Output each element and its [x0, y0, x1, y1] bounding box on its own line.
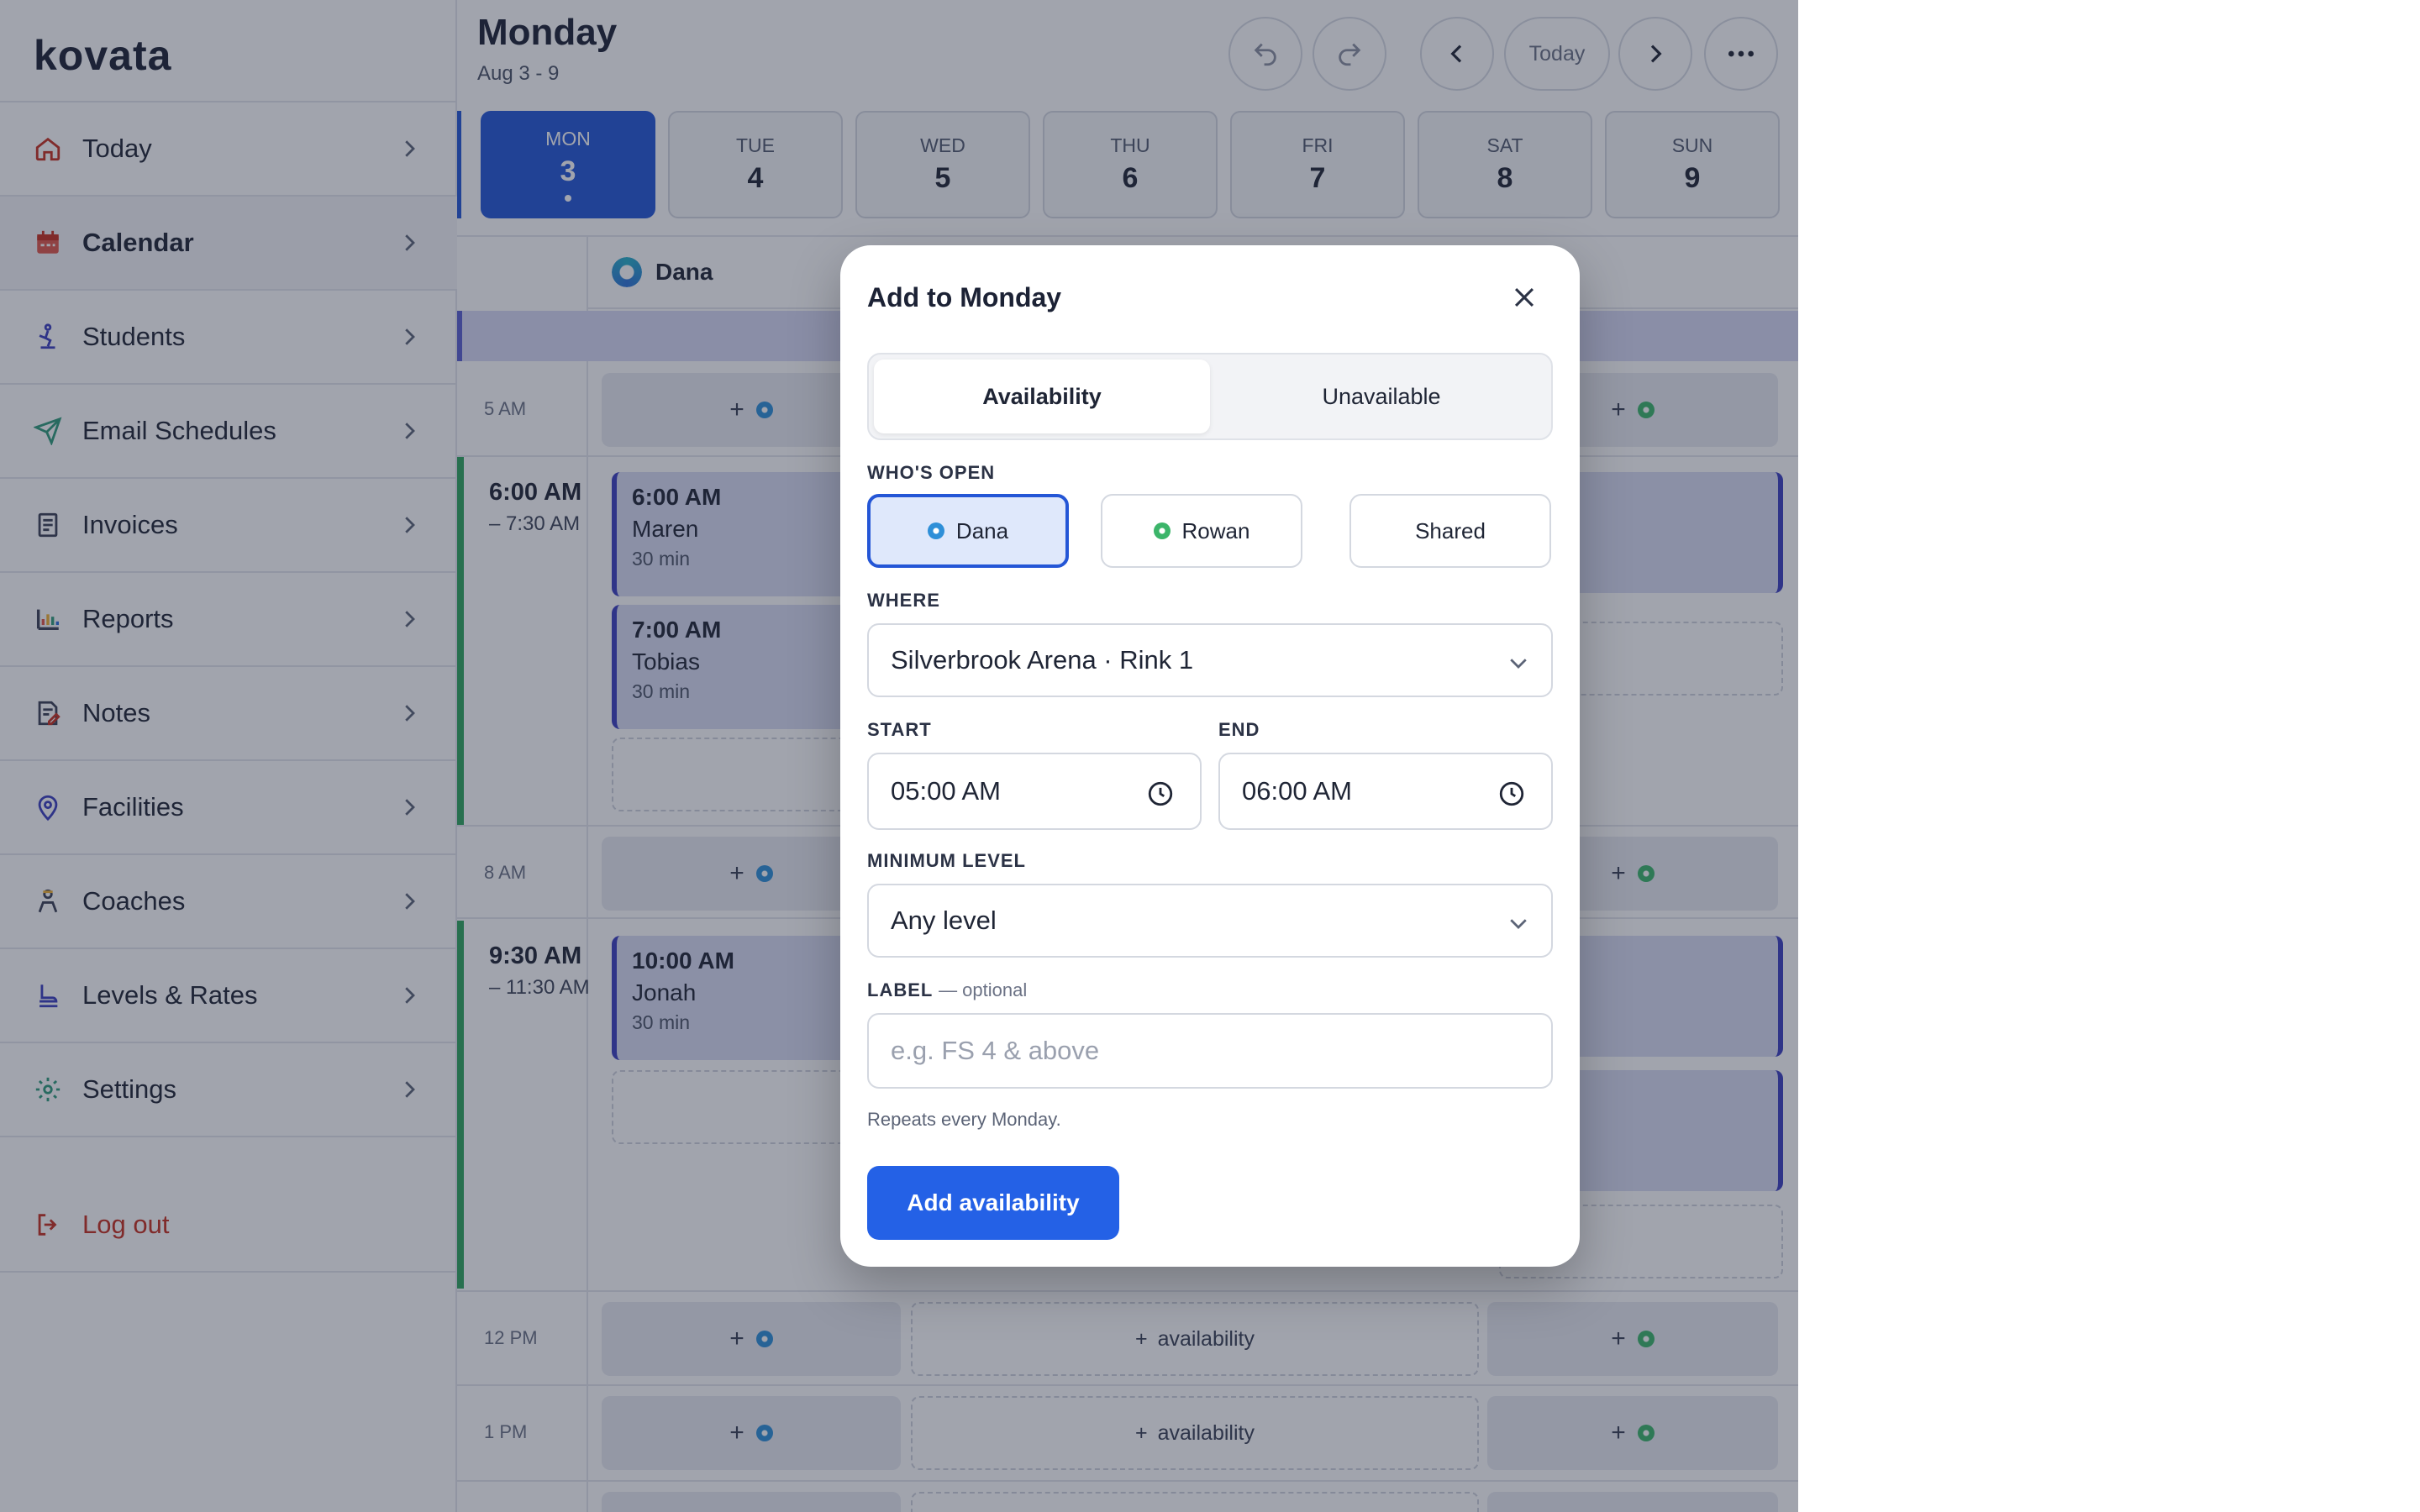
label-input[interactable]: e.g. FS 4 & above [867, 1013, 1553, 1089]
where-value: Silverbrook Arena · Rink 1 [891, 645, 1194, 675]
add-availability-button[interactable]: Add availability [867, 1166, 1119, 1240]
minimum-level-value: Any level [891, 906, 997, 935]
who-option-label: Shared [1415, 517, 1486, 543]
who-shared-option[interactable]: Shared [1349, 494, 1551, 568]
clock-icon[interactable] [1146, 780, 1175, 808]
minimum-level-label: MINIMUM LEVEL [867, 850, 1026, 871]
tab-availability[interactable]: Availability [874, 360, 1210, 433]
right-blank-area [1798, 0, 2420, 1512]
label-field-title: LABEL [867, 979, 933, 1000]
chevron-down-icon [1510, 659, 1527, 669]
clock-icon[interactable] [1497, 780, 1526, 808]
close-button[interactable] [1506, 279, 1543, 316]
end-time-value: 06:00 AM [1242, 776, 1352, 806]
end-time-input[interactable]: 06:00 AM [1218, 753, 1553, 830]
end-label: END [1218, 719, 1260, 740]
start-time-value: 05:00 AM [891, 776, 1001, 806]
who-dana-option[interactable]: Dana [867, 494, 1069, 568]
label-optional-note: — optional [939, 979, 1028, 1000]
label-input-placeholder: e.g. FS 4 & above [891, 1036, 1100, 1065]
who-option-label: Dana [955, 517, 1009, 543]
repeat-hint: Repeats every Monday. [867, 1109, 1061, 1130]
dialog-title: Add to Monday [867, 282, 1062, 312]
chevron-down-icon [1510, 919, 1527, 929]
who-rowan-option[interactable]: Rowan [1101, 494, 1302, 568]
where-select[interactable]: Silverbrook Arena · Rink 1 [867, 623, 1553, 697]
whos-open-label: WHO'S OPEN [867, 462, 996, 483]
add-availability-dialog: Add to Monday Availability Unavailable W… [840, 245, 1580, 1267]
start-time-input[interactable]: 05:00 AM [867, 753, 1202, 830]
availability-type-toggle: Availability Unavailable [867, 353, 1553, 440]
label-field-label: LABEL — optional [867, 979, 1027, 1001]
start-label: START [867, 719, 932, 740]
rowan-dot-icon [1153, 522, 1171, 539]
who-option-label: Rowan [1181, 517, 1250, 543]
dana-dot-icon [927, 522, 944, 539]
tab-unavailable[interactable]: Unavailable [1213, 360, 1549, 433]
minimum-level-select[interactable]: Any level [867, 884, 1553, 958]
where-label: WHERE [867, 590, 940, 611]
close-icon [1514, 287, 1534, 307]
